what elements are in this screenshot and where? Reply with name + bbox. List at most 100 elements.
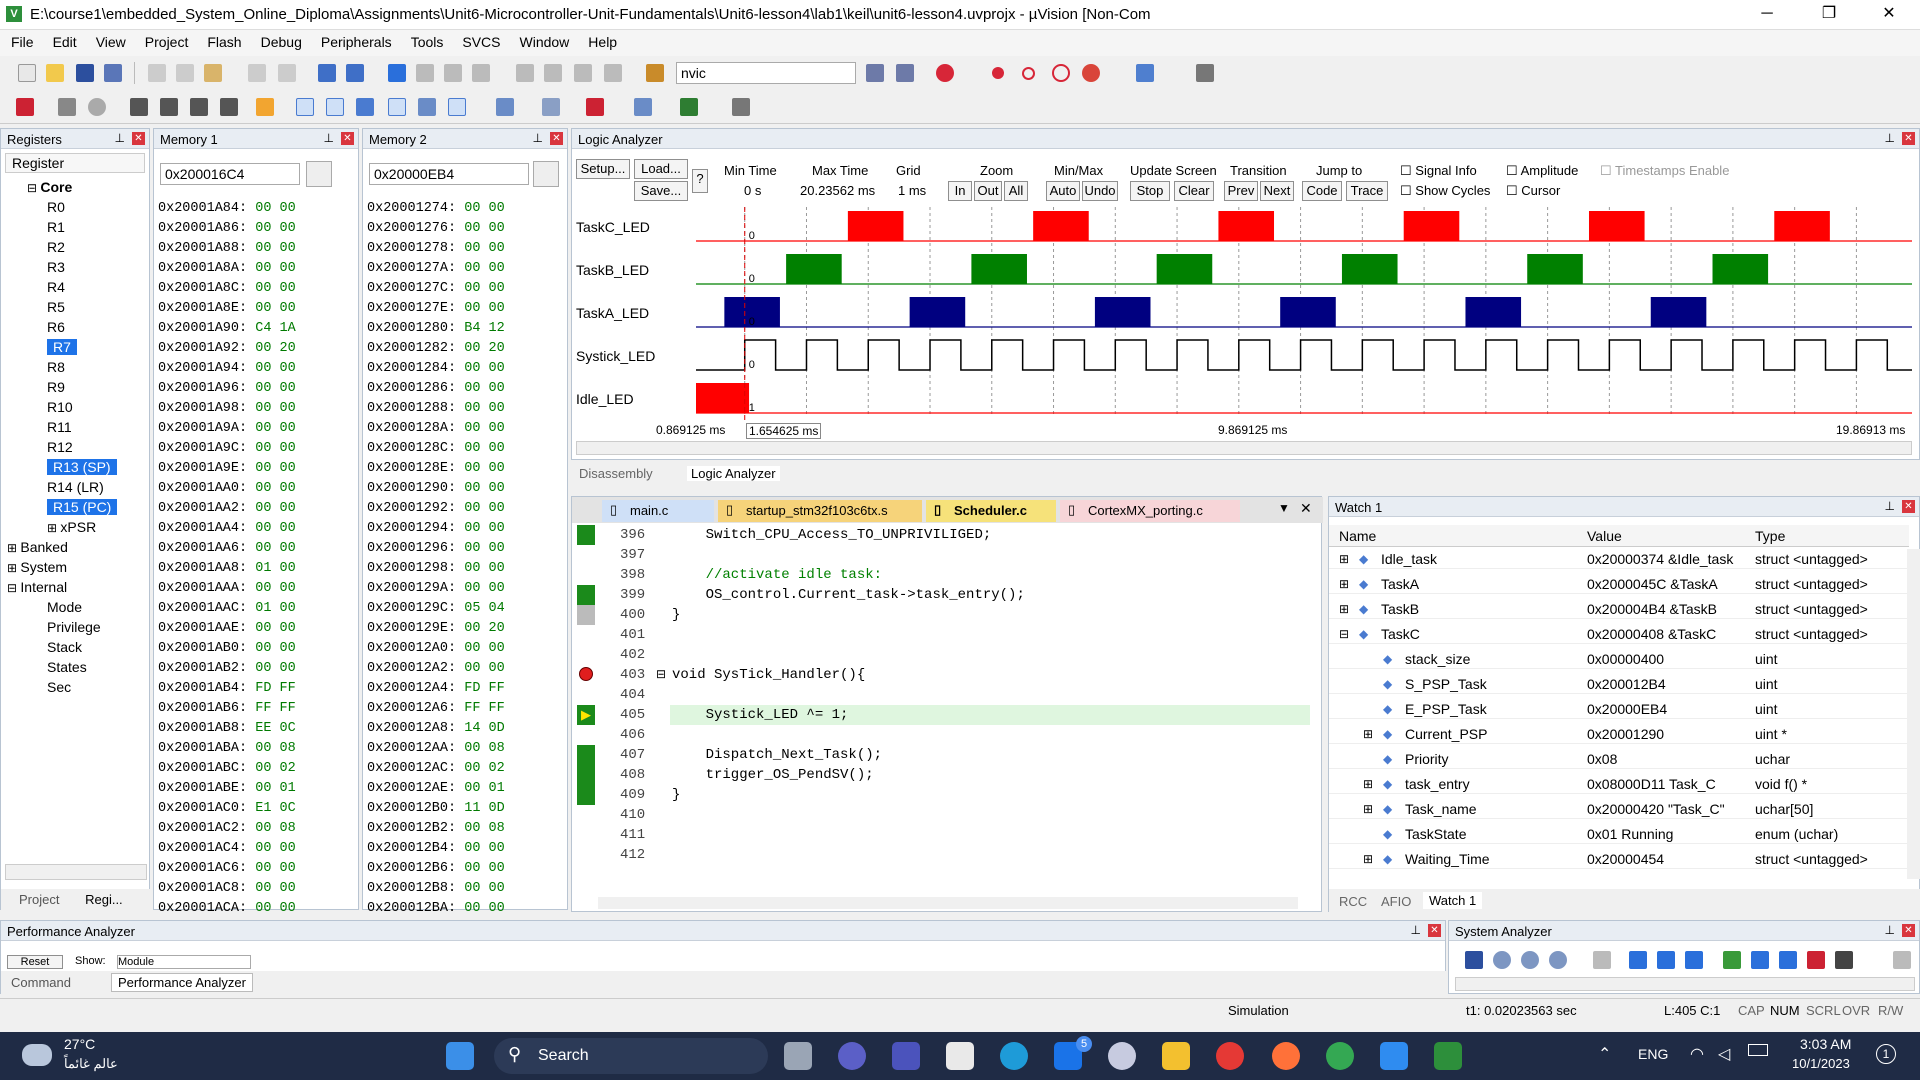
register-row-r12[interactable]: R12 — [7, 437, 147, 457]
memory-row[interactable]: 0x200012AA: 00 08 — [367, 739, 505, 759]
memory-row[interactable]: 0x20001284: 00 00 — [367, 359, 505, 379]
memory-row[interactable]: 0x200012A4: FD FF — [367, 679, 505, 699]
memory-row[interactable]: 0x20001298: 00 00 — [367, 559, 505, 579]
zoom-all-button[interactable]: All — [1004, 181, 1028, 201]
kill-all-breakpoints-icon[interactable] — [1082, 64, 1100, 82]
start-windows-icon[interactable] — [446, 1042, 474, 1070]
settings-icon[interactable] — [1893, 951, 1911, 969]
toolbox-icon[interactable] — [732, 98, 750, 116]
register-row-mode[interactable]: Mode — [7, 597, 147, 617]
logic-analyzer-close-button[interactable]: ✕ — [1902, 132, 1915, 145]
register-row-r1[interactable]: R1 — [7, 217, 147, 237]
memory-row[interactable]: 0x20001A9E: 00 00 — [158, 459, 296, 479]
memory-row[interactable]: 0x20001296: 00 00 — [367, 539, 505, 559]
code-line[interactable]: void SysTick_Handler(){ — [672, 667, 865, 683]
memory-row[interactable]: 0x20001A88: 00 00 — [158, 239, 296, 259]
register-row-states[interactable]: States — [7, 657, 147, 677]
register-row-privilege[interactable]: Privilege — [7, 617, 147, 637]
memory-row[interactable]: 0x20001A9A: 00 00 — [158, 419, 296, 439]
memory2-address-input[interactable]: 0x20000EB4 — [369, 163, 529, 185]
memory-row[interactable]: 0x20001AB8: EE 0C — [158, 719, 296, 739]
memory-row[interactable]: 0x20001A98: 00 00 — [158, 399, 296, 419]
menu-help[interactable]: Help — [577, 30, 625, 50]
memory-row[interactable]: 0x20001290: 00 00 — [367, 479, 505, 499]
signal-name-taskb_led[interactable]: TaskB_LED — [576, 250, 666, 290]
tab-registers[interactable]: Regi... — [85, 892, 123, 907]
watch-row-stack-size[interactable]: ◆ stack_size 0x00000400 uint — [1329, 649, 1909, 669]
signal-name-taska_led[interactable]: TaskA_LED — [576, 293, 666, 333]
rising-edge-icon[interactable] — [1723, 951, 1741, 969]
task-view-icon[interactable] — [784, 1042, 812, 1070]
watch-value[interactable]: 0x00000400 — [1587, 649, 1747, 669]
register-row-r7[interactable]: R7 — [7, 337, 147, 357]
indent-icon[interactable] — [516, 64, 534, 82]
undo-button[interactable]: Undo — [1082, 181, 1118, 201]
expand-icon[interactable]: ⊞ — [7, 541, 20, 555]
register-row-r9[interactable]: R9 — [7, 377, 147, 397]
memory-row[interactable]: 0x2000129C: 05 04 — [367, 599, 505, 619]
watch-close-button[interactable]: ✕ — [1902, 500, 1915, 513]
register-row-xpsr[interactable]: ⊞ xPSR — [7, 517, 147, 537]
memory-row[interactable]: 0x200012B2: 00 08 — [367, 819, 505, 839]
paste-icon[interactable] — [204, 64, 222, 82]
zoom-out-icon[interactable] — [1521, 951, 1539, 969]
breakpoint-icon[interactable] — [579, 667, 593, 681]
register-row-r2[interactable]: R2 — [7, 237, 147, 257]
memory-row[interactable]: 0x200012B4: 00 00 — [367, 839, 505, 859]
show-module-select[interactable]: Module — [117, 955, 251, 969]
memory-row[interactable]: 0x2000127C: 00 00 — [367, 279, 505, 299]
new-file-icon[interactable] — [18, 64, 36, 82]
watch-value[interactable]: 0x200004B4 &TaskB — [1587, 599, 1747, 619]
close-window-button[interactable]: ✕ — [1866, 0, 1912, 30]
disassembly-window-icon[interactable] — [326, 98, 344, 116]
app-icon[interactable] — [1108, 1042, 1136, 1070]
expand-icon[interactable]: ⊞ — [1339, 549, 1349, 569]
run-to-cursor-icon[interactable] — [220, 98, 238, 116]
editor-close-icon[interactable]: ✕ — [1300, 500, 1312, 517]
save-icon[interactable] — [76, 64, 94, 82]
chrome-icon[interactable] — [1326, 1042, 1354, 1070]
watch-row-task-name[interactable]: ⊞ ◆ Task_name 0x20000420 "Task_C" uchar[50] — [1329, 799, 1909, 819]
watch-row-priority[interactable]: ◆ Priority 0x08 uchar — [1329, 749, 1909, 769]
memory-row[interactable]: 0x20001AB4: FD FF — [158, 679, 296, 699]
memory2-close-button[interactable]: ✕ — [550, 132, 563, 145]
watch-row-task-entry[interactable]: ⊞ ◆ task_entry 0x08000D11 Task_C void f() * — [1329, 774, 1909, 794]
watch-row-s-psp-task[interactable]: ◆ S_PSP_Task 0x200012B4 uint — [1329, 674, 1909, 694]
tab-disassembly[interactable]: Disassembly — [579, 466, 653, 481]
register-row-r6[interactable]: R6 — [7, 317, 147, 337]
save-all-icon[interactable] — [104, 64, 122, 82]
watch-value[interactable]: 0x01 Running — [1587, 824, 1747, 844]
waveform-plot[interactable]: 0 0 0 0 1 — [696, 207, 1912, 423]
menu-debug[interactable]: Debug — [250, 30, 310, 50]
copy-icon[interactable] — [176, 64, 194, 82]
registers-close-button[interactable]: ✕ — [132, 132, 145, 145]
memory-row[interactable]: 0x20001A94: 00 00 — [158, 359, 296, 379]
watch-row-current-psp[interactable]: ⊞ ◆ Current_PSP 0x20001290 uint * — [1329, 724, 1909, 744]
call-stack-icon[interactable] — [418, 98, 436, 116]
analysis-window-icon[interactable] — [586, 98, 604, 116]
registers-window-icon[interactable] — [388, 98, 406, 116]
memory-row[interactable]: 0x20001AA6: 00 00 — [158, 539, 296, 559]
watch-row-taskc[interactable]: ⊟ ◆ TaskC 0x20000408 &TaskC struct <untagged… — [1329, 624, 1909, 644]
memory-row[interactable]: 0x20001ACA: 00 00 — [158, 899, 296, 919]
code-line[interactable]: trigger_OS_PendSV(); — [672, 767, 874, 783]
zoom-in-button[interactable]: In — [948, 181, 972, 201]
memory-row[interactable]: 0x2000128E: 00 00 — [367, 459, 505, 479]
memory-row[interactable]: 0x20001AA0: 00 00 — [158, 479, 296, 499]
load-button[interactable]: Load... — [634, 159, 688, 179]
lock-icon[interactable] — [533, 161, 559, 187]
search-box[interactable]: ⚲ Search — [494, 1038, 768, 1074]
memory-row[interactable]: 0x20001AC8: 00 00 — [158, 879, 296, 899]
both-edges-icon[interactable] — [1779, 951, 1797, 969]
register-row-r5[interactable]: R5 — [7, 297, 147, 317]
open-folder-icon[interactable] — [46, 64, 64, 82]
teams-chat-icon[interactable] — [838, 1042, 866, 1070]
cursor-marker-icon[interactable] — [1807, 951, 1825, 969]
signal-info-checkbox[interactable]: ☐ Signal Info — [1400, 163, 1477, 179]
system-viewer-icon[interactable] — [680, 98, 698, 116]
serial-window-icon[interactable] — [542, 98, 560, 116]
trace-window-icon[interactable] — [634, 98, 652, 116]
watch-row-idle-task[interactable]: ⊞ ◆ Idle_task 0x20000374 &Idle_task struct <… — [1329, 549, 1909, 569]
memory1-address-input[interactable]: 0x200016C4 — [160, 163, 300, 185]
memory1-close-button[interactable]: ✕ — [341, 132, 354, 145]
